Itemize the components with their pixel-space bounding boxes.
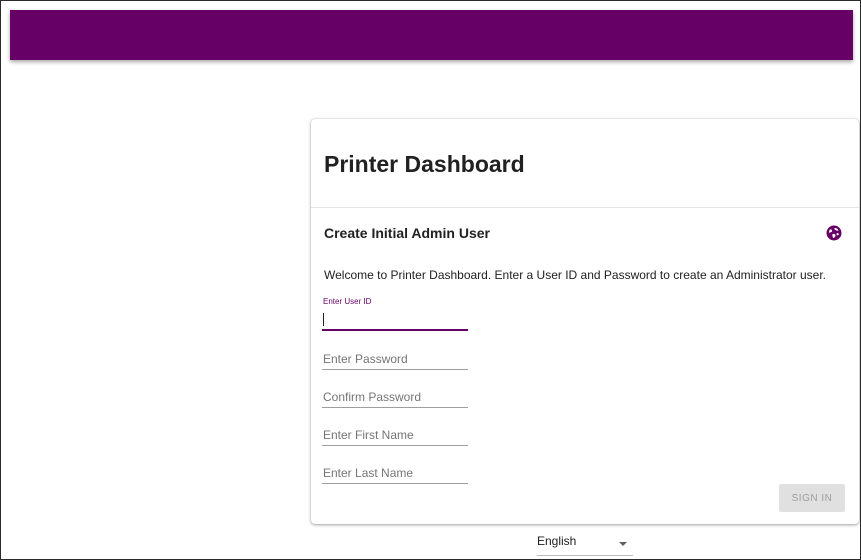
admin-setup-card: Printer Dashboard Create Initial Admin U… xyxy=(311,119,859,524)
text-cursor xyxy=(323,313,324,326)
language-select[interactable]: English xyxy=(537,534,633,556)
user-id-label: Enter User ID xyxy=(323,297,372,306)
language-selected-value: English xyxy=(537,534,577,548)
top-app-bar xyxy=(10,10,853,60)
confirm-password-input[interactable] xyxy=(322,386,468,408)
last-name-field xyxy=(322,450,468,484)
user-id-field: Enter User ID xyxy=(322,297,468,331)
last-name-input[interactable] xyxy=(322,462,468,484)
confirm-password-field xyxy=(322,374,468,408)
globe-icon[interactable] xyxy=(826,225,842,241)
app-frame: Printer Dashboard Create Initial Admin U… xyxy=(0,0,861,560)
first-name-field xyxy=(322,412,468,446)
chevron-down-icon xyxy=(619,542,627,546)
password-input[interactable] xyxy=(322,348,468,370)
language-select-underline xyxy=(537,555,633,556)
user-id-input[interactable] xyxy=(322,309,468,331)
sign-in-button[interactable]: SIGN IN xyxy=(779,484,845,512)
welcome-text: Welcome to Printer Dashboard. Enter a Us… xyxy=(324,268,827,282)
password-field xyxy=(322,336,468,370)
section-title: Create Initial Admin User xyxy=(324,225,490,241)
page-title: Printer Dashboard xyxy=(324,151,525,177)
first-name-input[interactable] xyxy=(322,424,468,446)
card-header: Printer Dashboard xyxy=(311,119,859,208)
